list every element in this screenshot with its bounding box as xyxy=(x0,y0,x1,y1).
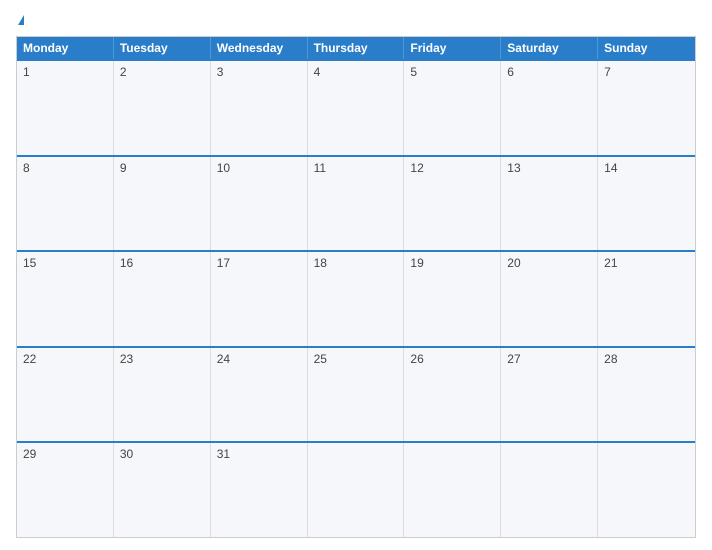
day-cell: 1 xyxy=(17,61,114,155)
day-number: 21 xyxy=(604,256,617,270)
day-cell: 9 xyxy=(114,157,211,251)
day-cell: 4 xyxy=(308,61,405,155)
day-number: 14 xyxy=(604,161,617,175)
day-number: 1 xyxy=(23,65,30,79)
day-number: 19 xyxy=(410,256,423,270)
day-number: 20 xyxy=(507,256,520,270)
day-cell: 30 xyxy=(114,443,211,537)
day-cell: 26 xyxy=(404,348,501,442)
day-cell: 5 xyxy=(404,61,501,155)
day-header-sunday: Sunday xyxy=(598,37,695,59)
day-number: 4 xyxy=(314,65,321,79)
day-cell: 17 xyxy=(211,252,308,346)
week-row-3: 15 16 17 18 19 20 21 xyxy=(17,250,695,346)
page: MondayTuesdayWednesdayThursdayFridaySatu… xyxy=(0,0,712,550)
day-number: 7 xyxy=(604,65,611,79)
day-cell xyxy=(501,443,598,537)
day-cell xyxy=(308,443,405,537)
day-cell: 20 xyxy=(501,252,598,346)
day-cell: 10 xyxy=(211,157,308,251)
day-cell: 23 xyxy=(114,348,211,442)
day-cell: 19 xyxy=(404,252,501,346)
logo xyxy=(16,12,24,28)
day-number: 30 xyxy=(120,447,133,461)
day-number: 18 xyxy=(314,256,327,270)
day-number: 3 xyxy=(217,65,224,79)
day-number: 17 xyxy=(217,256,230,270)
day-number: 12 xyxy=(410,161,423,175)
logo-triangle-icon xyxy=(18,15,24,25)
day-cell: 7 xyxy=(598,61,695,155)
day-cell: 21 xyxy=(598,252,695,346)
day-cell: 11 xyxy=(308,157,405,251)
calendar: MondayTuesdayWednesdayThursdayFridaySatu… xyxy=(16,36,696,538)
day-number: 13 xyxy=(507,161,520,175)
day-number: 31 xyxy=(217,447,230,461)
day-cell: 2 xyxy=(114,61,211,155)
day-header-tuesday: Tuesday xyxy=(114,37,211,59)
day-cell: 3 xyxy=(211,61,308,155)
day-number: 29 xyxy=(23,447,36,461)
header xyxy=(16,12,696,28)
day-number: 11 xyxy=(314,161,326,175)
day-cell: 15 xyxy=(17,252,114,346)
week-row-1: 1 2 3 4 5 6 7 xyxy=(17,59,695,155)
calendar-body: 1234567891011121314151617181920212223242… xyxy=(17,59,695,537)
day-header-monday: Monday xyxy=(17,37,114,59)
week-row-5: 29 30 31 xyxy=(17,441,695,537)
day-cell: 13 xyxy=(501,157,598,251)
day-number: 26 xyxy=(410,352,423,366)
day-header-thursday: Thursday xyxy=(308,37,405,59)
day-number: 23 xyxy=(120,352,133,366)
day-cell: 18 xyxy=(308,252,405,346)
day-header-friday: Friday xyxy=(404,37,501,59)
logo-general-line xyxy=(16,12,24,28)
day-number: 16 xyxy=(120,256,133,270)
day-cell: 14 xyxy=(598,157,695,251)
day-number: 28 xyxy=(604,352,617,366)
day-number: 6 xyxy=(507,65,514,79)
day-number: 9 xyxy=(120,161,127,175)
day-cell: 31 xyxy=(211,443,308,537)
day-cell: 29 xyxy=(17,443,114,537)
day-cell: 6 xyxy=(501,61,598,155)
day-cell: 12 xyxy=(404,157,501,251)
day-cell xyxy=(598,443,695,537)
week-row-4: 22 23 24 25 26 27 28 xyxy=(17,346,695,442)
day-cell: 25 xyxy=(308,348,405,442)
day-number: 15 xyxy=(23,256,36,270)
day-number: 2 xyxy=(120,65,127,79)
day-number: 22 xyxy=(23,352,36,366)
day-number: 5 xyxy=(410,65,417,79)
day-number: 27 xyxy=(507,352,520,366)
day-number: 24 xyxy=(217,352,230,366)
day-number: 10 xyxy=(217,161,230,175)
day-cell: 16 xyxy=(114,252,211,346)
day-cell: 27 xyxy=(501,348,598,442)
day-number: 8 xyxy=(23,161,30,175)
day-header-saturday: Saturday xyxy=(501,37,598,59)
day-cell: 8 xyxy=(17,157,114,251)
day-cell: 28 xyxy=(598,348,695,442)
day-number: 25 xyxy=(314,352,327,366)
day-cell xyxy=(404,443,501,537)
day-header-wednesday: Wednesday xyxy=(211,37,308,59)
week-row-2: 8 9 10 11 12 13 14 xyxy=(17,155,695,251)
day-cell: 24 xyxy=(211,348,308,442)
day-cell: 22 xyxy=(17,348,114,442)
calendar-header: MondayTuesdayWednesdayThursdayFridaySatu… xyxy=(17,37,695,59)
